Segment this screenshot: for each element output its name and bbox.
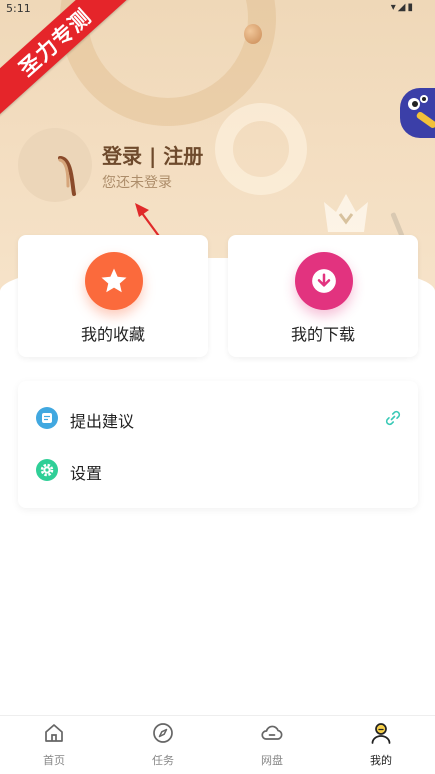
mascot-icon <box>408 95 435 128</box>
gear-icon <box>36 459 58 481</box>
menu-card: 提出建议 设置 <box>18 381 418 508</box>
compass-icon <box>153 723 173 743</box>
menu-item-feedback[interactable]: 提出建议 <box>18 392 418 444</box>
bottom-tab-bar: 首页 任务 网盘 我的 <box>0 715 435 774</box>
home-icon <box>45 724 63 742</box>
downloads-label: 我的下载 <box>290 325 355 344</box>
settings-label: 设置 <box>70 464 103 483</box>
star-icon <box>101 268 127 293</box>
menu-item-settings[interactable]: 设置 <box>18 444 418 496</box>
favorites-card[interactable]: 我的收藏 <box>18 235 208 357</box>
status-icons: ▾◢▮ <box>390 2 415 13</box>
tab-tasks-label: 任务 <box>152 754 174 767</box>
decorative-ring <box>215 103 307 195</box>
avatar[interactable] <box>18 128 92 202</box>
tab-cloud-drive[interactable]: 网盘 <box>218 716 326 774</box>
user-icon <box>371 723 391 744</box>
decorative-crown-icon <box>324 194 368 232</box>
tab-mine[interactable]: 我的 <box>327 716 435 774</box>
login-register-link[interactable]: 登录 | 注册 <box>102 140 203 169</box>
tab-mine-label: 我的 <box>370 754 392 767</box>
downloads-icon-circle <box>295 252 353 310</box>
favorites-icon-circle <box>85 252 143 310</box>
tab-home[interactable]: 首页 <box>0 716 108 774</box>
status-time: 5:11 <box>6 2 31 15</box>
decorative-orb <box>244 24 262 44</box>
favorites-label: 我的收藏 <box>80 325 145 344</box>
floating-mascot-badge[interactable] <box>400 88 435 138</box>
not-logged-in-text: 您还未登录 <box>102 175 172 191</box>
tab-home-label: 首页 <box>43 754 65 767</box>
tab-cloud-drive-label: 网盘 <box>261 754 283 767</box>
default-avatar-icon <box>58 156 76 196</box>
tab-tasks[interactable]: 任务 <box>109 716 217 774</box>
feedback-icon <box>36 407 58 429</box>
download-icon <box>312 269 336 293</box>
downloads-card[interactable]: 我的下载 <box>228 235 418 357</box>
link-icon <box>385 410 401 426</box>
cloud-icon <box>261 725 283 740</box>
feedback-label: 提出建议 <box>70 412 135 431</box>
